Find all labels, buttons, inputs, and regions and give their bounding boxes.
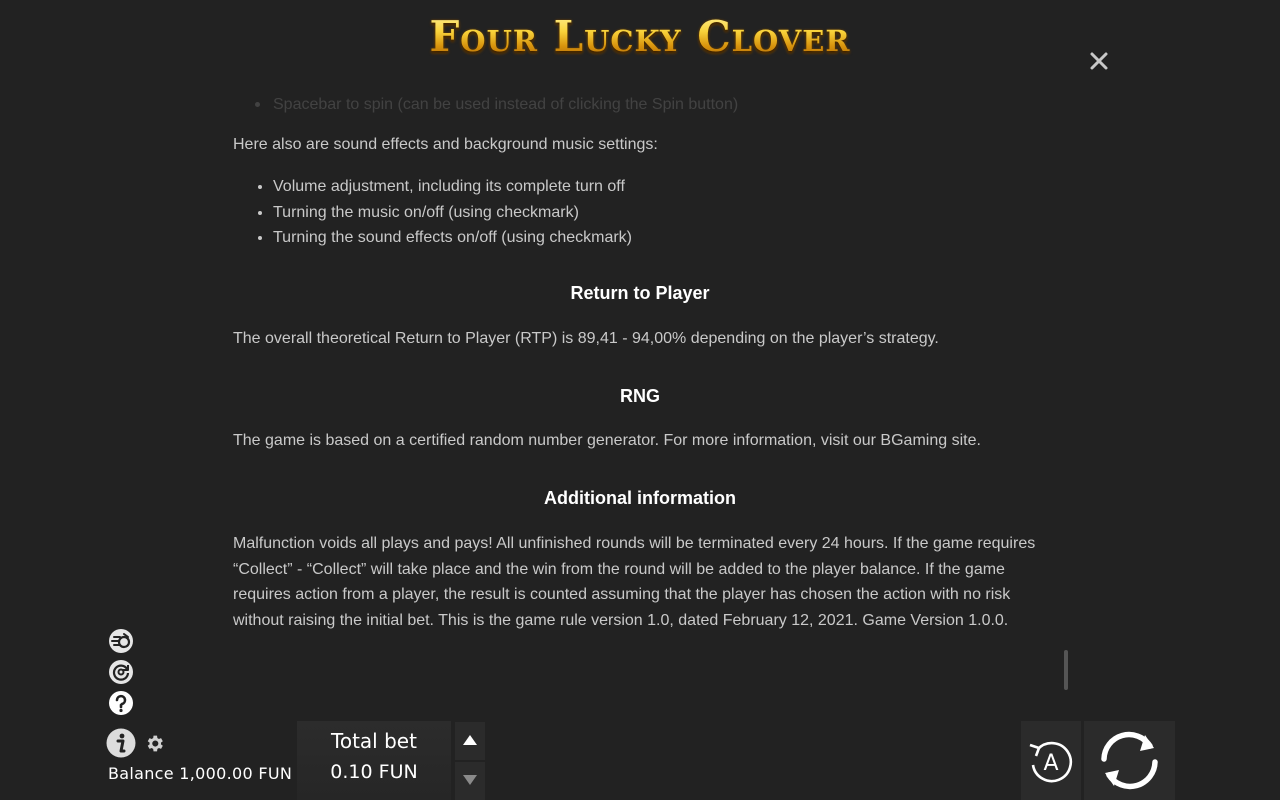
info-icon	[106, 728, 136, 758]
faded-list-item: Spacebar to spin (can be used instead of…	[254, 92, 738, 118]
turbo-icon	[109, 629, 133, 653]
rtp-heading: Return to Player	[570, 283, 710, 303]
balance-display: Balance 1,000.00 FUN	[108, 764, 293, 783]
rules-content[interactable]: Spacebar to spin (can be used instead of…	[233, 84, 1053, 664]
autoplay-label: A	[1043, 751, 1058, 776]
help-button[interactable]	[108, 690, 134, 716]
history-button[interactable]	[108, 659, 134, 685]
additional-info-heading: Additional information	[544, 488, 736, 508]
close-icon	[1090, 52, 1108, 70]
sound-settings-list: Volume adjustment, including its complet…	[233, 174, 632, 251]
gear-icon	[147, 735, 163, 752]
sound-intro-text: Here also are sound effects and backgrou…	[233, 136, 658, 153]
rng-text: The game is based on a certified random …	[233, 432, 981, 449]
triangle-down-icon	[463, 775, 477, 785]
question-icon	[109, 691, 133, 715]
triangle-up-icon	[463, 735, 477, 745]
autoplay-button[interactable]: A	[1021, 721, 1081, 800]
info-button[interactable]	[106, 728, 136, 758]
scrollbar-thumb[interactable]	[1064, 650, 1068, 690]
close-button[interactable]	[1086, 48, 1112, 74]
game-rules-screen: Four Lucky Clover Spacebar to spin (can …	[0, 0, 1280, 800]
settings-button[interactable]	[144, 733, 165, 754]
additional-info-text: Malfunction voids all plays and pays! Al…	[233, 535, 1036, 629]
bet-increase-button[interactable]	[455, 722, 485, 760]
list-item: Volume adjustment, including its complet…	[273, 174, 632, 200]
history-icon	[109, 660, 133, 684]
rng-heading: RNG	[620, 386, 660, 406]
total-bet-label: Total bet	[331, 729, 417, 753]
turbo-spin-button[interactable]	[108, 628, 134, 654]
spin-arrows-icon	[1101, 731, 1158, 790]
autoplay-icon: A	[1029, 741, 1073, 783]
list-item: Turning the sound effects on/off (using …	[273, 225, 632, 251]
spin-button[interactable]	[1084, 721, 1175, 800]
rtp-text: The overall theoretical Return to Player…	[233, 330, 939, 347]
bet-decrease-button[interactable]	[455, 762, 485, 800]
total-bet-value: 0.10 FUN	[330, 761, 418, 783]
logo-text: Four Lucky Clover	[429, 12, 851, 61]
list-item: Turning the music on/off (using checkmar…	[273, 200, 632, 226]
total-bet-panel: Total bet 0.10 FUN	[297, 721, 451, 800]
